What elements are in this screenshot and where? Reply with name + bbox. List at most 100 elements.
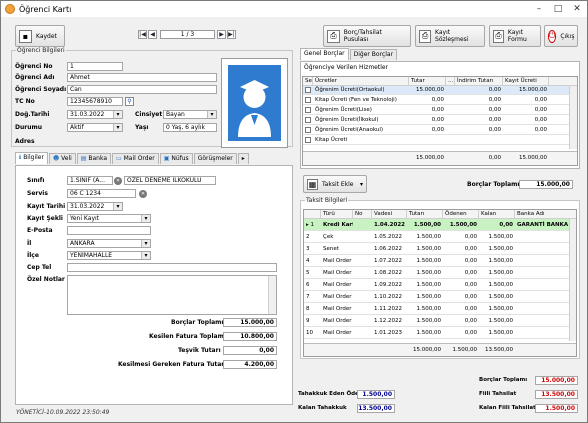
tab-more[interactable]: ▸ <box>237 153 249 164</box>
col-amount[interactable]: Tutar <box>409 77 446 86</box>
next-record-icon[interactable]: ▶ <box>217 30 226 39</box>
installment-row[interactable]: 6 Mail Order 1.09.2022 1.500,00 0,00 1.500,00 <box>304 279 569 291</box>
tab-bilgiler[interactable]: ℹ Bilgiler <box>15 152 48 164</box>
fee-row[interactable]: Öğrenim Ücreti(Ortaokul) 15.000,00 0,00 15.… <box>303 86 569 95</box>
fees-total-discount: 0,00 <box>488 155 501 161</box>
col-rest[interactable]: Kalan <box>479 210 515 219</box>
maximize-icon[interactable]: □ <box>548 1 568 17</box>
bus-select[interactable]: 06 C 1234 <box>67 189 136 198</box>
fee-reg <box>503 136 549 145</box>
tab-mail-order[interactable]: ▭ Mail Order <box>112 153 159 164</box>
student-surname-field[interactable]: Can <box>67 85 217 94</box>
installment-scrollbar[interactable] <box>569 219 576 341</box>
search-icon[interactable]: ⚲ <box>125 97 134 106</box>
installment-amount: 1.500,00 <box>416 270 442 276</box>
installment-amount: 1.500,00 <box>416 330 442 336</box>
fee-discount: 0,00 <box>488 127 501 133</box>
col-bank[interactable]: Banka Adı <box>515 210 576 219</box>
col-no[interactable]: No <box>353 210 372 219</box>
installment-total-rest: 13.500,00 <box>485 347 513 353</box>
reg-date-picker[interactable]: 31.03.2022 <box>67 202 123 211</box>
clear-bus-icon[interactable]: ✕ <box>139 190 147 198</box>
minimize-icon[interactable]: – <box>529 1 549 17</box>
col-due[interactable]: Vadesi <box>372 210 407 219</box>
fee-checkbox[interactable] <box>305 137 311 143</box>
installment-row[interactable]: 2 Çek 1.05.2022 1.500,00 0,00 1.500,00 <box>304 231 569 243</box>
installment-debt-total-label: Borçlar Toplamı <box>467 181 520 188</box>
reg-type-select[interactable]: Yeni Kayıt <box>67 214 151 223</box>
clear-class-icon[interactable]: ✕ <box>114 177 122 185</box>
tab-other-debts[interactable]: Diğer Borçlar <box>349 49 398 60</box>
installment-row[interactable]: 9 Mail Order 1.12.2022 1.500,00 0,00 1.500,00 <box>304 315 569 327</box>
installment-paid: 0,00 <box>464 246 477 252</box>
installment-row[interactable]: 4 Mail Order 1.07.2022 1.500,00 0,00 1.500,00 <box>304 255 569 267</box>
district-select[interactable]: YENİMAHALLE <box>67 251 151 260</box>
fee-row[interactable]: Kitap Ücreti (Fen ve Teknoloji) 0,00 0,00 0… <box>303 96 569 105</box>
installment-paid: 0,00 <box>464 270 477 276</box>
installment-row[interactable]: 5 Mail Order 1.08.2022 1.500,00 0,00 1.500,00 <box>304 267 569 279</box>
student-name-field[interactable]: Ahmet <box>67 73 217 82</box>
col-fee[interactable]: Ücretler <box>313 77 409 86</box>
first-record-icon[interactable]: |◀ <box>138 30 147 39</box>
col-paid[interactable]: Ödenen <box>443 210 479 219</box>
close-icon[interactable]: ✕ <box>567 1 587 17</box>
dropdown-arrow-icon[interactable]: ▾ <box>360 181 363 188</box>
col-reg-fee[interactable]: Kayıt Ücreti <box>503 77 549 86</box>
city-select[interactable]: ANKARA <box>67 239 151 248</box>
contract-button[interactable]: ⎙ Kayıt Sözleşmesi <box>415 25 485 47</box>
fee-checkbox[interactable] <box>305 117 311 123</box>
installment-row[interactable]: 7 Mail Order 1.10.2022 1.500,00 0,00 1.500,00 <box>304 291 569 303</box>
installment-row[interactable]: 10 Mail Order 1.01.2023 1.500,00 0,00 1.500,0… <box>304 327 569 339</box>
tc-no-field[interactable]: 12345678910 <box>67 97 123 106</box>
tab-veli[interactable]: ☻ Veli <box>48 153 76 164</box>
tab-general-debts[interactable]: Genel Borçlar <box>300 48 349 60</box>
installment-row[interactable]: 3 Senet 1.06.2022 1.500,00 0,00 1.500,00 <box>304 243 569 255</box>
student-photo[interactable] <box>221 58 288 148</box>
last-record-icon[interactable]: ▶| <box>227 30 236 39</box>
fee-checkbox[interactable] <box>305 127 311 133</box>
prev-record-icon[interactable]: ◀ <box>148 30 157 39</box>
class-select[interactable]: 1.SINIF (A... <box>67 176 113 185</box>
fee-row[interactable]: Öğrenim Ücreti(Anaokul) 0,00 0,00 0,00 <box>303 126 569 135</box>
save-button[interactable]: ▪ Kaydet <box>15 25 65 47</box>
debt-slip-button[interactable]: ⎙ Borç/Tahsilat Pusulası <box>323 25 411 47</box>
fee-checkbox[interactable] <box>305 97 311 103</box>
birth-date-picker[interactable]: 31.03.2022 <box>67 110 123 119</box>
due-paid-value: 1.500,00 <box>357 390 395 399</box>
fee-row[interactable]: Öğrenim Ücreti(Lise) 0,00 0,00 0,00 <box>303 106 569 115</box>
actual-remaining-label: Kalan Fiili Tahsilat <box>479 405 536 411</box>
col-type[interactable]: Türü <box>321 210 353 219</box>
col-install-amount[interactable]: Tutarı <box>407 210 443 219</box>
col-sec[interactable]: Seç <box>303 77 313 86</box>
email-field[interactable] <box>67 226 151 235</box>
installment-row[interactable]: ▸ 1 Kredi Kartı 1.04.2022 1.500,00 1.500,00 0… <box>304 219 569 231</box>
tab-banka-label: Banka <box>88 155 108 162</box>
fee-row[interactable]: Kitap Ücreti <box>303 136 569 145</box>
tab-gorusmeler[interactable]: Görüşmeler <box>193 153 237 164</box>
notes-scrollbar[interactable] <box>268 276 276 314</box>
fee-checkbox[interactable] <box>305 87 311 93</box>
installment-footer: 15.000,00 1.500,00 13.500,00 <box>304 343 576 356</box>
fee-checkbox[interactable] <box>305 107 311 113</box>
installment-amount: 1.500,00 <box>416 294 442 300</box>
student-no-field[interactable]: 1 <box>67 62 123 71</box>
form-button[interactable]: ⎙ Kayıt Formu <box>489 25 541 47</box>
exit-button[interactable]: ⏻ Çıkış <box>544 25 578 47</box>
add-installment-button[interactable]: ▦ Taksit Ekle ▾ <box>303 175 367 193</box>
installment-bank <box>515 329 569 338</box>
record-navigator: |◀ ◀ 1 / 3 ▶ ▶| <box>138 29 237 40</box>
fee-name: Kitap Ücreti <box>315 137 348 143</box>
gender-select[interactable]: Bayan <box>163 110 217 119</box>
phone-field[interactable] <box>67 263 277 272</box>
status-select[interactable]: Aktif <box>67 123 123 132</box>
fees-scrollbar[interactable] <box>569 86 577 149</box>
tab-banka[interactable]: ▤ Banka <box>76 153 112 164</box>
installment-row[interactable]: 8 Mail Order 1.11.2022 1.500,00 0,00 1.500,00 <box>304 303 569 315</box>
tab-nufus[interactable]: ▣ Nüfus <box>159 153 193 164</box>
installment-paid: 0,00 <box>464 234 477 240</box>
installment-due: 1.05.2022 <box>374 234 402 240</box>
col-discount[interactable]: İndirim Tutarı <box>455 77 503 86</box>
col-filler <box>549 77 577 86</box>
fee-row[interactable]: Öğrenim Ücreti(İlkokul) 0,00 0,00 0,00 <box>303 116 569 125</box>
notes-textarea[interactable] <box>67 275 277 315</box>
